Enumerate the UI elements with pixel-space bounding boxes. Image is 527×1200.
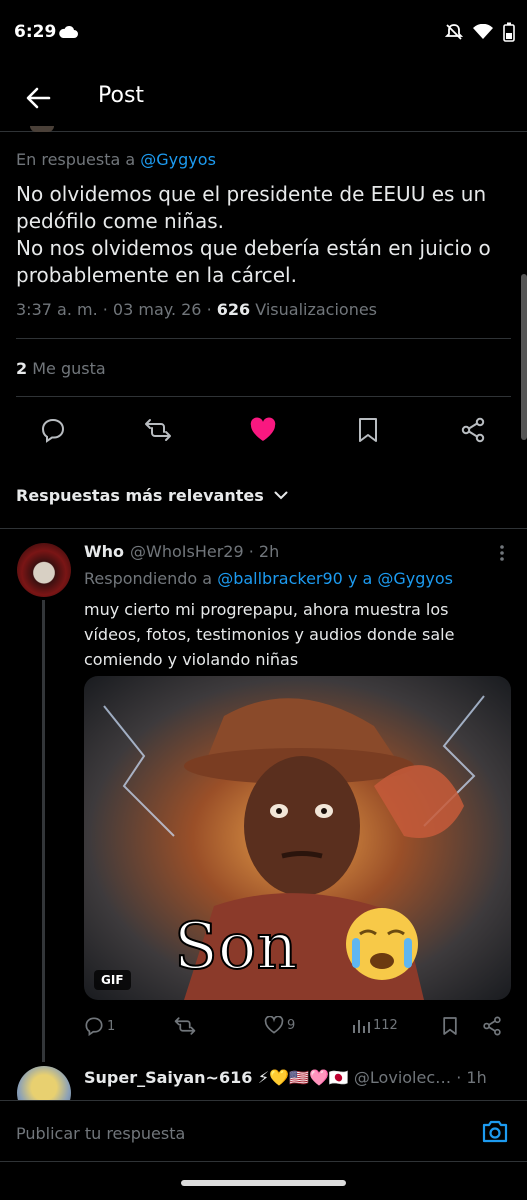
thread-line <box>42 600 45 1062</box>
bookmark-button[interactable] <box>348 410 388 450</box>
home-indicator[interactable] <box>181 1180 346 1186</box>
likes-summary[interactable]: 2 Me gusta <box>16 359 106 378</box>
avatar[interactable] <box>17 543 71 597</box>
reply-bookmark-button[interactable] <box>442 1016 458 1036</box>
like-button[interactable] <box>243 410 283 450</box>
reply-share-button[interactable] <box>482 1016 502 1036</box>
heart-filled-icon <box>250 417 276 441</box>
divider <box>16 338 511 339</box>
wifi-icon <box>473 23 493 44</box>
post-text-line: No nos olvidemos que debería están en ju… <box>16 236 491 260</box>
reply-like-button[interactable]: 9 <box>264 1016 295 1034</box>
reply-to-line: En respuesta a @Gygyos <box>16 150 216 169</box>
views-chart-icon <box>353 1020 370 1033</box>
reply-views-count: 112 <box>373 1017 398 1033</box>
reply-icon <box>41 418 65 443</box>
camera-button[interactable] <box>481 1119 509 1147</box>
compose-reply-bar: Publicar tu respuesta <box>0 1100 527 1162</box>
post-meta: 3:37 a. m. · 03 may. 26 · 626 Visualizac… <box>16 300 377 319</box>
views-label: Visualizaciones <box>255 300 378 319</box>
bookmark-icon <box>443 1017 457 1035</box>
bookmark-icon <box>359 418 377 442</box>
reply-button[interactable] <box>33 410 73 450</box>
battery-icon <box>503 22 515 46</box>
reply-views-button[interactable]: 112 <box>352 1016 398 1034</box>
sort-label: Respuestas más relevantes <box>16 486 264 505</box>
back-arrow-icon <box>26 87 51 109</box>
reply-text: muy cierto mi progrepapu, ahora muestra … <box>84 600 455 669</box>
replying-to-line: Respondiendo a @ballbracker90 y a @Gygyo… <box>84 569 453 588</box>
repost-button[interactable] <box>138 410 178 450</box>
header: Post <box>0 64 527 132</box>
reply-prefix: En respuesta a <box>16 150 136 169</box>
gif-caption: Son <box>174 910 298 984</box>
views-count: 626 <box>216 300 251 319</box>
camera-icon <box>482 1120 508 1143</box>
more-vertical-icon <box>500 545 504 561</box>
post-action-bar <box>0 410 527 454</box>
status-time: 6:29 <box>14 22 57 42</box>
sort-replies-dropdown[interactable]: Respuestas más relevantes <box>16 486 288 505</box>
post-text-line: probablemente en la cárcel. <box>16 263 297 287</box>
gif-badge: GIF <box>94 970 131 990</box>
reply-input[interactable]: Publicar tu respuesta <box>16 1124 185 1143</box>
divider <box>0 528 527 529</box>
reply-gif[interactable]: Son <box>84 676 511 1000</box>
reply-action-bar: 1 9 112 <box>84 1016 511 1042</box>
status-icons <box>444 22 515 46</box>
likes-count: 2 <box>16 359 28 378</box>
post-text-line: pedófilo come niñas. <box>16 209 224 233</box>
reply-handle-time: @WhoIsHer29 · 2h <box>130 542 280 561</box>
status-bar: 6:29 <box>0 0 527 64</box>
share-button[interactable] <box>453 410 493 450</box>
reply-handle-time: @Loviolec… · 1h <box>353 1068 487 1087</box>
replying-prefix: Respondiendo a <box>84 569 213 588</box>
likes-label: Me gusta <box>32 359 106 378</box>
more-options-button[interactable] <box>499 544 505 566</box>
back-button[interactable] <box>20 80 56 116</box>
reply-reply-button[interactable]: 1 <box>84 1016 115 1036</box>
heart-icon <box>264 1016 284 1034</box>
scrollbar[interactable] <box>521 274 527 440</box>
divider <box>16 396 511 397</box>
repost-icon <box>145 419 171 441</box>
post-text-line: No olvidemos que el presidente de EEUU e… <box>16 182 487 206</box>
replying-handles-link[interactable]: @ballbracker90 y a @Gygyos <box>217 569 453 588</box>
chevron-down-icon <box>274 491 288 500</box>
reply-author-name: Super_Saiyan~616 ⚡💛🇺🇸🩷🇯🇵 <box>84 1068 349 1087</box>
reply-repost-button[interactable] <box>174 1016 196 1036</box>
repost-icon <box>174 1017 196 1035</box>
page-title: Post <box>98 83 145 108</box>
reply-icon <box>85 1017 103 1036</box>
reply-replies-count: 1 <box>107 1018 116 1034</box>
reply-author[interactable]: Super_Saiyan~616 ⚡💛🇺🇸🩷🇯🇵 @Loviolec… · 1h <box>84 1068 487 1087</box>
avatar-partial <box>30 126 54 132</box>
gif-image: Son <box>84 676 511 1000</box>
bell-off-icon <box>444 23 464 45</box>
post-timestamp: 3:37 a. m. · 03 may. 26 · <box>16 300 212 319</box>
reply-author-name: Who <box>84 542 125 561</box>
reply-author[interactable]: Who @WhoIsHer29 · 2h <box>84 542 279 561</box>
post-text: No olvidemos que el presidente de EEUU e… <box>16 181 506 289</box>
share-icon <box>483 1016 501 1036</box>
reply-likes-count: 9 <box>287 1017 296 1033</box>
share-icon <box>461 417 485 443</box>
cloud-icon <box>58 24 78 43</box>
reply-handle-link[interactable]: @Gygyos <box>140 150 216 169</box>
